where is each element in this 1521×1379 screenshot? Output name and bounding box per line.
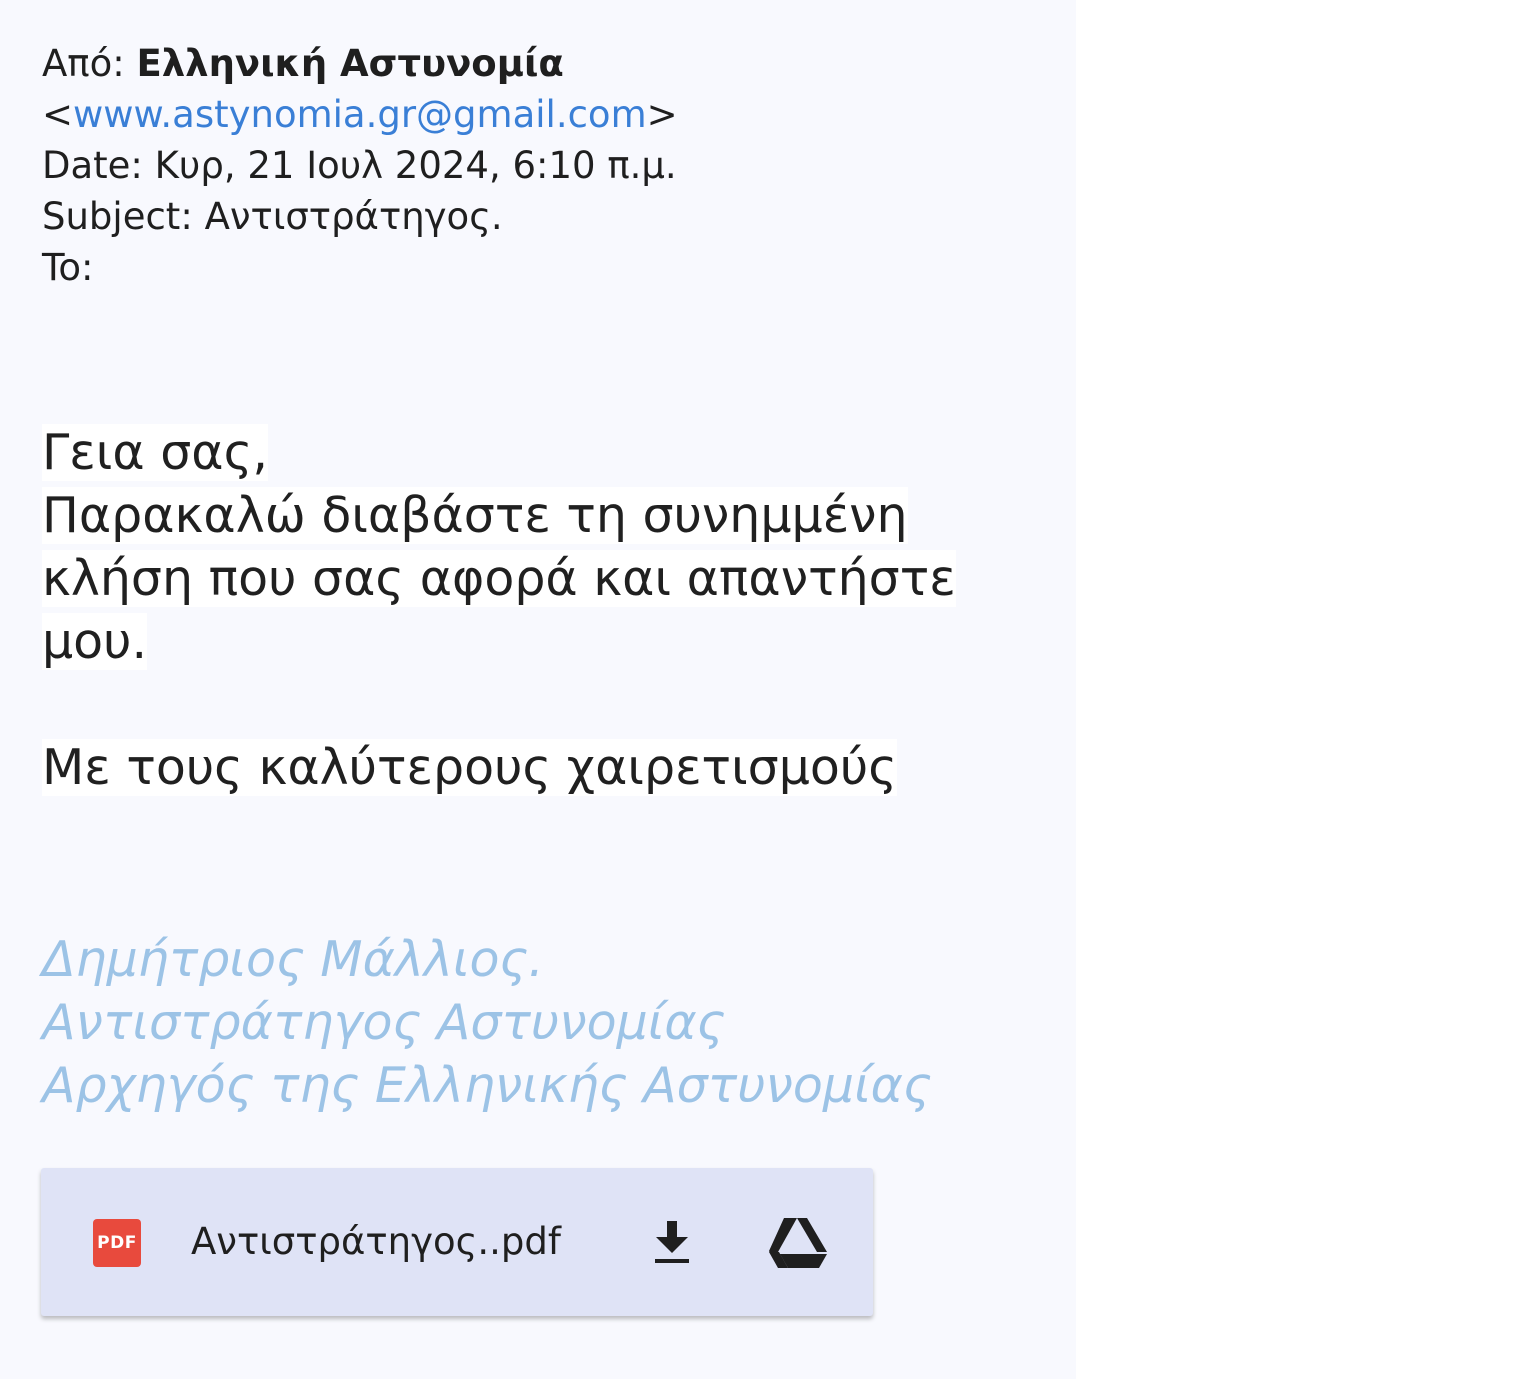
date-label: Date: [42, 144, 143, 187]
closing-line: Με τους καλύτερους χαιρετισμούς [42, 736, 897, 799]
email-view: Από: Ελληνική Αστυνομία <www.astynomia.g… [0, 0, 1076, 1379]
subject-label: Subject: [42, 195, 193, 238]
google-drive-icon[interactable] [767, 1216, 829, 1270]
body-line-3: μου. [42, 613, 148, 670]
attachment-file-name[interactable]: Αντιστράτηγος..pdf [191, 1216, 561, 1268]
from-line: Από: Ελληνική Αστυνομία [42, 38, 1042, 89]
date-line: Date: Κυρ, 21 Ιουλ 2024, 6:10 π.μ. [42, 140, 1042, 191]
email-bracket-close: > [646, 93, 678, 136]
subject-line: Subject: Αντιστράτηγος. [42, 191, 1042, 242]
signature-block: Δημήτριος Μάλλιος. Αντιστράτηγος Αστυνομ… [42, 928, 932, 1117]
email-bracket-open: < [42, 93, 74, 136]
sender-name: Ελληνική Αστυνομία [136, 42, 564, 85]
to-line: To: [42, 242, 1042, 293]
pdf-file-icon: PDF [93, 1219, 141, 1267]
sender-email-link[interactable]: www.astynomia.gr@gmail.com [73, 93, 647, 136]
closing-text: Με τους καλύτερους χαιρετισμούς [42, 739, 897, 796]
body-line-1: Παρακαλώ διαβάστε τη συνημμένη [42, 487, 908, 544]
email-header: Από: Ελληνική Αστυνομία <www.astynomia.g… [42, 38, 1042, 293]
greeting-text: Γεια σας, [42, 424, 268, 481]
subject-value: Αντιστράτηγος. [204, 195, 503, 238]
from-label: Από: [42, 42, 125, 85]
attachment-chip[interactable]: PDF Αντιστράτηγος..pdf [41, 1168, 873, 1316]
signature-role: Αρχηγός της Ελληνικής Αστυνομίας [42, 1057, 932, 1114]
body-line-2: κλήση που σας αφορά και απαντήστε [42, 550, 956, 607]
signature-title: Αντιστράτηγος Αστυνομίας [42, 994, 726, 1051]
sender-email-line: <www.astynomia.gr@gmail.com> [42, 89, 1042, 140]
email-body: Γεια σας, Παρακαλώ διαβάστε τη συνημμένη… [42, 421, 956, 673]
to-label: To: [42, 246, 94, 289]
date-value: Κυρ, 21 Ιουλ 2024, 6:10 π.μ. [154, 144, 677, 187]
signature-name: Δημήτριος Μάλλιος. [42, 931, 544, 988]
download-icon[interactable] [647, 1217, 697, 1267]
